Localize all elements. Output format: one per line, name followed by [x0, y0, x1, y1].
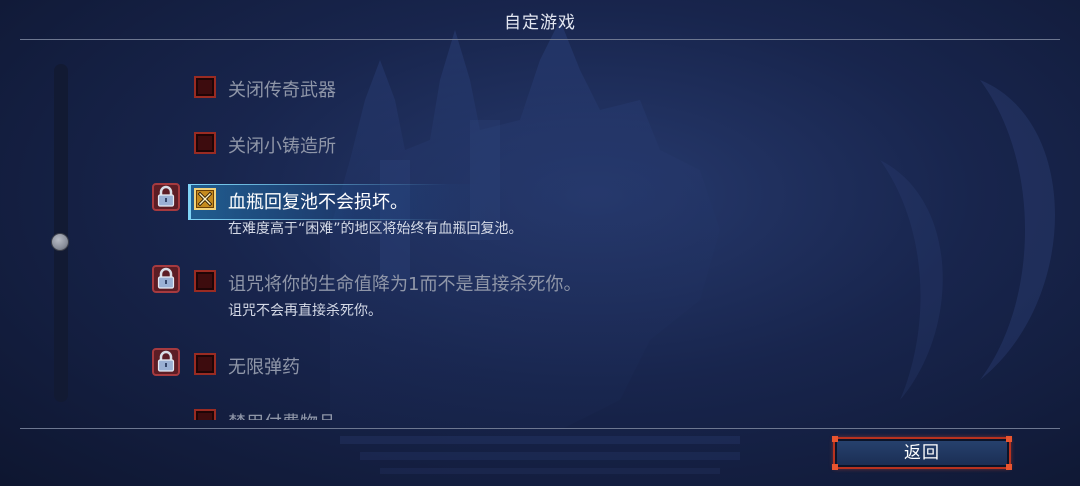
option-label: 关闭小铸造所: [228, 136, 336, 157]
x-mark-icon: [197, 191, 213, 207]
header-divider: [20, 39, 1060, 40]
option-checkbox[interactable]: [194, 132, 216, 154]
back-button-label: 返回: [904, 443, 940, 463]
button-corner-ornament: [832, 464, 838, 470]
padlock-icon: [152, 348, 180, 376]
option-checkbox[interactable]: [194, 409, 216, 420]
option-checkbox[interactable]: [194, 353, 216, 375]
scrollbar-thumb[interactable]: [51, 233, 69, 251]
button-corner-ornament: [1006, 464, 1012, 470]
option-checkbox-checked[interactable]: [194, 188, 216, 210]
option-label: 禁用付费物品: [228, 409, 336, 420]
option-label: 关闭传奇武器: [228, 80, 336, 101]
option-checkbox[interactable]: [194, 270, 216, 292]
option-label: 诅咒将你的生命值降为1而不是直接杀死你。: [228, 274, 582, 295]
option-description: 诅咒不会再直接杀死你。: [228, 303, 382, 319]
footer-divider: [20, 428, 1060, 429]
back-button[interactable]: 返回: [832, 436, 1012, 470]
padlock-icon: [152, 183, 180, 211]
option-label: 无限弹药: [228, 357, 300, 378]
custom-game-screen: 自定游戏 关闭传奇武器 关闭小铸造所 血瓶回复池不会损坏。 在难度高于“困难”的…: [0, 0, 1080, 486]
option-checkbox[interactable]: [194, 76, 216, 98]
option-label: 血瓶回复池不会损坏。: [228, 192, 408, 213]
option-description: 在难度高于“困难”的地区将始终有血瓶回复池。: [228, 221, 523, 237]
button-corner-ornament: [832, 436, 838, 442]
page-title: 自定游戏: [504, 13, 576, 33]
button-corner-ornament: [1006, 436, 1012, 442]
padlock-icon: [152, 265, 180, 293]
options-list: 关闭传奇武器 关闭小铸造所 血瓶回复池不会损坏。 在难度高于“困难”的地区将始终…: [140, 56, 1040, 420]
